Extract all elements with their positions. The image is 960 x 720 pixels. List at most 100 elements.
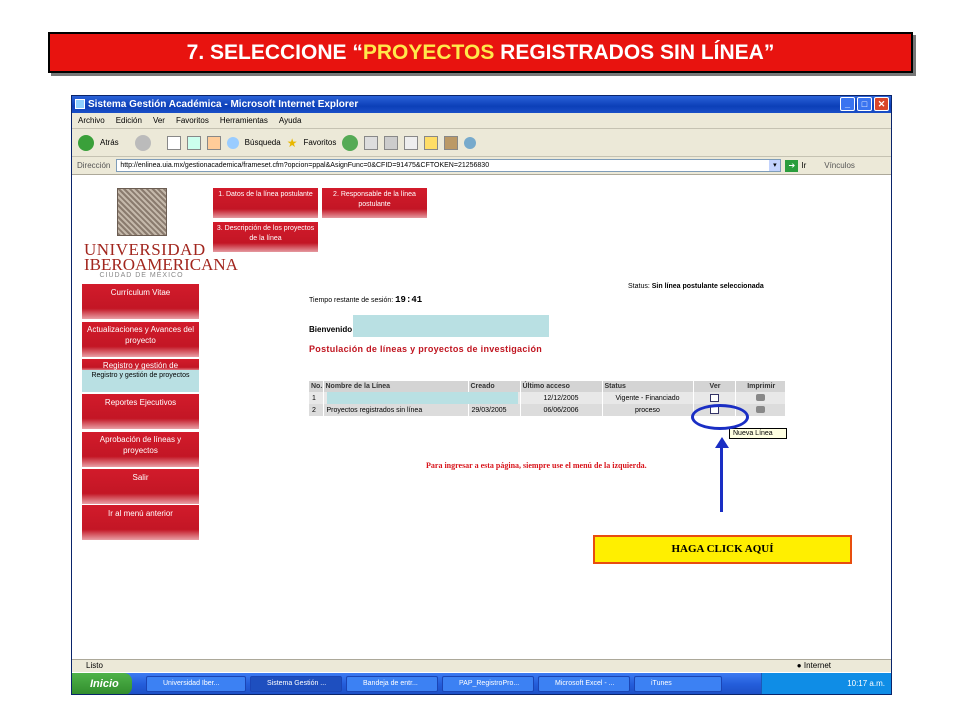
col-no: No. xyxy=(309,381,324,392)
address-bar: Dirección http://enlinea.uia.mx/gestiona… xyxy=(72,157,891,175)
folder-icon[interactable] xyxy=(424,135,439,150)
messenger-icon[interactable] xyxy=(464,136,477,149)
go-button[interactable]: ➔ Ir xyxy=(785,159,807,172)
crest-icon xyxy=(116,188,167,236)
sidebar-item-salir[interactable]: Salir xyxy=(82,469,199,504)
go-label: Ir xyxy=(801,161,807,170)
status-value: Sin línea postulante seleccionada xyxy=(651,283,764,290)
callout-box: HAGA CLICK AQUÍ xyxy=(593,535,852,564)
task-universidad[interactable]: Universidad Iber... xyxy=(146,676,246,692)
col-print: Imprimir xyxy=(735,381,786,392)
taskbar: Inicio Universidad Iber... Sistema Gesti… xyxy=(72,673,891,694)
status-line: Status: Sin línea postulante seleccionad… xyxy=(628,283,764,290)
system-tray: 10:17 a.m. xyxy=(761,673,891,694)
title-highlight: PROYECTOS xyxy=(362,41,495,64)
print-icon[interactable] xyxy=(755,406,765,414)
col-status: Status xyxy=(602,381,694,392)
university-logo: UNIVERSIDAD IBEROAMERICANA CIUDAD DE MÉX… xyxy=(84,188,238,283)
col-name: Nombre de la Línea xyxy=(323,381,469,392)
col-created: Creado xyxy=(468,381,521,392)
cell-print[interactable] xyxy=(735,392,786,404)
cell-name: Proyectos registrados sin línea xyxy=(323,404,469,416)
star-icon[interactable]: ★ xyxy=(287,136,298,150)
session-timer: Tiempo restante de sesión: 19:41 xyxy=(309,295,422,305)
sidebar-item-menu-anterior[interactable]: Ir al menú anterior xyxy=(82,505,199,540)
edit-icon[interactable] xyxy=(404,135,419,150)
url-text: http://enlinea.uia.mx/gestionacademica/f… xyxy=(120,162,490,169)
slide-title: 7. SELECCIONE “PROYECTOS REGISTRADOS SIN… xyxy=(48,32,913,73)
close-button[interactable]: ✕ xyxy=(874,97,889,111)
sidebar-item-curriculum[interactable]: Currículum Vitae xyxy=(82,284,199,319)
menu-ver[interactable]: Ver xyxy=(153,113,165,128)
ie-icon xyxy=(75,99,85,109)
search-icon[interactable] xyxy=(226,136,239,149)
address-input[interactable]: http://enlinea.uia.mx/gestionacademica/f… xyxy=(116,159,782,172)
stop-icon[interactable] xyxy=(166,135,181,150)
table-header: No. Nombre de la Línea Creado Último acc… xyxy=(309,381,786,392)
session-time: 19:41 xyxy=(395,295,423,305)
tab-descripcion-proyectos[interactable]: 3. Descripción de los proyectos de la lí… xyxy=(213,222,318,252)
name-redacted xyxy=(326,392,518,404)
clock: 10:17 a.m. xyxy=(847,679,885,688)
cell-created: 29/03/2005 xyxy=(468,404,521,416)
task-itunes[interactable]: iTunes xyxy=(634,676,722,692)
research-icon[interactable] xyxy=(444,135,459,150)
task-excel[interactable]: Microsoft Excel - ... xyxy=(538,676,630,692)
title-prefix: 7. SELECCIONE “ xyxy=(186,41,363,64)
menu-archivo[interactable]: Archivo xyxy=(78,113,105,128)
links-button[interactable]: Vínculos xyxy=(824,161,855,170)
view-icon[interactable] xyxy=(709,394,719,402)
welcome-label: Bienvenido xyxy=(309,325,353,334)
forward-arrow-icon[interactable] xyxy=(134,134,151,151)
maximize-button[interactable]: □ xyxy=(857,97,872,111)
window-title: Sistema Gestión Académica - Microsoft In… xyxy=(88,99,359,110)
print-icon[interactable] xyxy=(755,394,765,402)
refresh-icon[interactable] xyxy=(186,135,201,150)
cell-last-access: 12/12/2005 xyxy=(520,392,603,404)
tab-responsable[interactable]: 2. Responsable de la línea postulante xyxy=(322,188,427,218)
sidebar-item-reportes[interactable]: Reportes Ejecutivos xyxy=(82,394,199,429)
menu-ayuda[interactable]: Ayuda xyxy=(279,113,302,128)
address-dropdown-icon[interactable]: ▾ xyxy=(769,160,781,171)
home-icon[interactable] xyxy=(206,135,221,150)
user-name-redacted xyxy=(353,315,549,337)
page-content: UNIVERSIDAD IBEROAMERICANA CIUDAD DE MÉX… xyxy=(72,176,891,659)
task-bandeja[interactable]: Bandeja de entr... xyxy=(346,676,438,692)
cell-no: 2 xyxy=(309,404,324,416)
cell-last-access: 06/06/2006 xyxy=(520,404,603,416)
sidebar-item-aprobacion[interactable]: Aprobación de líneas y proyectos xyxy=(82,432,199,467)
menu-edicion[interactable]: Edición xyxy=(116,113,142,128)
favorites-button[interactable]: Favoritos xyxy=(303,138,336,147)
session-label: Tiempo restante de sesión: xyxy=(309,297,394,304)
task-sistema-gestion[interactable]: Sistema Gestión ... xyxy=(250,676,342,692)
cell-status: Vigente - Financiado xyxy=(602,392,694,404)
pointer-arrow xyxy=(720,446,723,512)
sidebar-item-actualizaciones[interactable]: Actualizaciones y Avances del proyecto xyxy=(82,322,199,357)
start-button[interactable]: Inicio xyxy=(72,673,132,694)
tab-datos-linea[interactable]: 1. Datos de la línea postulante xyxy=(213,188,318,218)
sidebar-subitem-registro-proyectos[interactable]: Registro y gestión de proyectos xyxy=(82,370,199,392)
back-arrow-icon[interactable] xyxy=(78,134,94,151)
col-last-access: Último acceso xyxy=(520,381,603,392)
cell-no: 1 xyxy=(309,392,324,404)
zone-text: Internet xyxy=(803,661,831,670)
cell-view[interactable] xyxy=(693,392,736,404)
tooltip-nueva-linea: Nueva Línea xyxy=(729,428,787,439)
go-arrow-icon: ➔ xyxy=(785,159,799,172)
task-pap-registro[interactable]: PAP_RegistroPro... xyxy=(442,676,534,692)
status-label: Status: xyxy=(628,283,650,290)
browser-window: Sistema Gestión Académica - Microsoft In… xyxy=(71,95,892,695)
toolbar: Atrás Búsqueda ★ Favoritos xyxy=(72,129,891,157)
menu-bar: Archivo Edición Ver Favoritos Herramient… xyxy=(72,113,891,129)
print-icon[interactable] xyxy=(384,135,399,150)
history-icon[interactable] xyxy=(342,134,359,151)
status-bar: Listo ● Internet xyxy=(72,659,891,672)
mail-icon[interactable] xyxy=(364,135,379,150)
search-button[interactable]: Búsqueda xyxy=(245,138,281,147)
cell-status: proceso xyxy=(602,404,694,416)
menu-herramientas[interactable]: Herramientas xyxy=(220,113,268,128)
minimize-button[interactable]: _ xyxy=(840,97,855,111)
menu-favoritos[interactable]: Favoritos xyxy=(176,113,209,128)
back-button[interactable]: Atrás xyxy=(100,138,119,147)
title-suffix: REGISTRADOS SIN LÍNEA” xyxy=(494,41,775,64)
